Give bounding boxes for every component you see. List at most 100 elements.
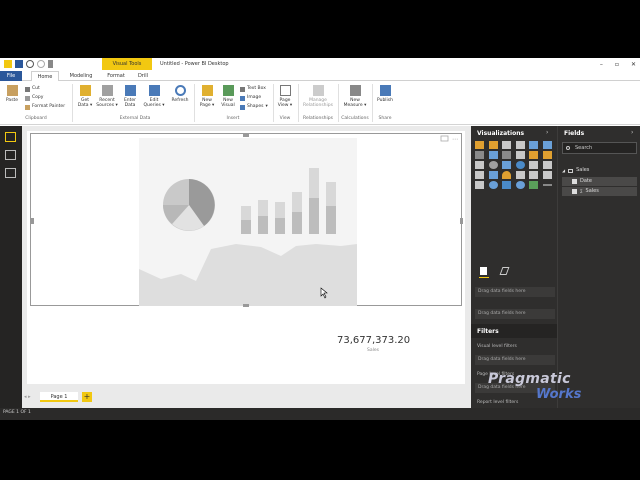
tab-format[interactable]: Format <box>104 71 128 81</box>
pie-chart-icon[interactable] <box>488 161 498 169</box>
close-button[interactable]: ✕ <box>631 58 636 71</box>
minimize-button[interactable]: – <box>600 58 603 71</box>
drop-zone[interactable]: Drag data fields here <box>475 355 555 365</box>
refresh-button[interactable]: Refresh <box>169 85 191 103</box>
visual-gallery <box>475 141 555 189</box>
tab-modeling[interactable]: Modeling <box>64 71 98 81</box>
clustered-column-icon[interactable] <box>515 141 525 149</box>
resize-handle[interactable] <box>243 304 249 307</box>
resize-handle[interactable] <box>31 218 34 224</box>
drop-zone[interactable]: Drag data fields here <box>475 309 555 319</box>
line-chart-icon[interactable] <box>475 151 484 159</box>
focus-mode-icon[interactable] <box>440 135 449 142</box>
copy-button[interactable]: Copy <box>25 95 43 101</box>
shapes-button[interactable]: Shapes ▾ <box>240 104 268 110</box>
cut-button[interactable]: Cut <box>25 86 40 92</box>
scatter-icon[interactable] <box>475 161 484 169</box>
card-visual-value[interactable]: 73,677,373.20 <box>337 335 410 346</box>
custom-visual-icon[interactable] <box>529 181 538 189</box>
text-box-button[interactable]: Text Box <box>240 86 266 92</box>
field-checkbox[interactable] <box>572 189 577 194</box>
field-sales[interactable]: Σ Sales <box>562 187 637 196</box>
new-visual-button[interactable]: New Visual <box>218 85 238 108</box>
chevron-right-icon[interactable]: › <box>631 129 633 136</box>
ribbon-separator <box>194 84 195 122</box>
table-icon <box>124 85 136 96</box>
page-nav-arrows-icon[interactable]: ◂ ▸ <box>24 392 31 402</box>
visual-tools-label: Visual Tools <box>102 58 152 70</box>
stacked-bar-icon[interactable] <box>475 141 484 149</box>
ribbon: Paste Cut Copy Format Painter Clipboard … <box>0 81 640 125</box>
more-visuals-icon[interactable] <box>542 184 552 186</box>
r-visual-icon[interactable] <box>502 181 511 189</box>
format-brush-icon[interactable] <box>499 267 510 275</box>
drop-zone[interactable]: Drag data fields here <box>475 287 555 297</box>
report-page[interactable]: ⋯ 73,677,373.20 Sales <box>27 131 465 384</box>
table-visual-icon[interactable] <box>542 161 552 169</box>
filters-header: Filters <box>471 324 557 338</box>
recent-sources-button[interactable]: Recent Sources ▾ <box>96 85 118 108</box>
customize-icon[interactable] <box>48 60 53 68</box>
waterfall-icon[interactable] <box>542 151 552 159</box>
enter-data-button[interactable]: Enter Data <box>120 85 140 108</box>
publish-button[interactable]: Publish <box>374 85 396 103</box>
get-data-button[interactable]: Get Data ▾ <box>75 85 95 108</box>
tab-drill[interactable]: Drill <box>133 71 153 81</box>
fields-search-input[interactable]: Search <box>562 142 637 154</box>
matrix-icon[interactable] <box>475 171 484 179</box>
line-clustered-icon[interactable] <box>529 151 538 159</box>
gauge-icon[interactable] <box>502 171 511 179</box>
table-sales[interactable]: ◢ Sales <box>562 166 589 175</box>
expand-icon[interactable]: ◢ <box>562 166 565 175</box>
edit-queries-button[interactable]: Edit Queries ▾ <box>142 85 166 108</box>
line-column-icon[interactable] <box>515 151 525 159</box>
format-painter-button[interactable]: Format Painter <box>25 104 65 110</box>
add-page-button[interactable]: + <box>82 392 92 402</box>
manage-relationships-button[interactable]: Manage Relationships <box>301 85 335 108</box>
funnel-icon[interactable] <box>488 171 498 179</box>
quick-access-toolbar <box>4 60 53 68</box>
page-tab-page-1[interactable]: Page 1 <box>40 392 78 402</box>
title-bar: Visual Tools Untitled - Power BI Desktop… <box>0 58 640 71</box>
100-column-icon[interactable] <box>542 141 552 149</box>
table-icon <box>568 168 574 173</box>
new-measure-button[interactable]: New Measure ▾ <box>342 85 368 108</box>
resize-handle[interactable] <box>460 218 463 224</box>
maximize-button[interactable]: ▫ <box>615 58 619 71</box>
100-bar-icon[interactable] <box>529 141 538 149</box>
treemap-icon[interactable] <box>502 161 511 169</box>
undo-icon[interactable] <box>26 60 34 68</box>
stacked-column-icon[interactable] <box>488 141 498 149</box>
report-view-icon[interactable] <box>5 132 16 142</box>
stacked-area-icon[interactable] <box>502 151 511 159</box>
map-icon[interactable] <box>515 161 525 169</box>
clustered-bar-icon[interactable] <box>502 141 511 149</box>
image-button[interactable]: Image <box>240 95 261 101</box>
filled-map-icon[interactable] <box>529 161 538 169</box>
more-options-icon[interactable]: ⋯ <box>452 136 458 143</box>
chevron-right-icon[interactable]: › <box>546 129 548 136</box>
field-date[interactable]: Date <box>562 177 637 186</box>
new-page-button[interactable]: New Page ▾ <box>197 85 217 108</box>
area-chart-icon[interactable] <box>488 151 498 159</box>
globe-icon[interactable] <box>515 181 525 189</box>
resize-handle[interactable] <box>243 134 249 137</box>
kpi-icon[interactable] <box>542 171 552 179</box>
fields-well-icon[interactable] <box>480 267 487 275</box>
page-view-button[interactable]: Page View ▾ <box>276 85 294 108</box>
tab-file[interactable]: File <box>0 71 22 81</box>
redo-icon[interactable] <box>37 60 45 68</box>
paste-button[interactable]: Paste <box>3 85 21 103</box>
edit-queries-icon <box>148 85 160 96</box>
app-logo-icon <box>4 60 12 68</box>
empty-visual-placeholder[interactable]: ⋯ <box>30 133 463 307</box>
donut-icon[interactable] <box>488 181 498 189</box>
ribbon-tabs: File Home Modeling Format Drill <box>0 71 640 82</box>
card-icon[interactable] <box>515 171 525 179</box>
slicer-icon[interactable] <box>475 181 484 189</box>
save-icon[interactable] <box>15 60 23 68</box>
multi-row-card-icon[interactable] <box>529 171 538 179</box>
data-view-icon[interactable] <box>5 150 16 160</box>
relationships-view-icon[interactable] <box>5 168 16 178</box>
field-checkbox[interactable] <box>572 179 577 184</box>
